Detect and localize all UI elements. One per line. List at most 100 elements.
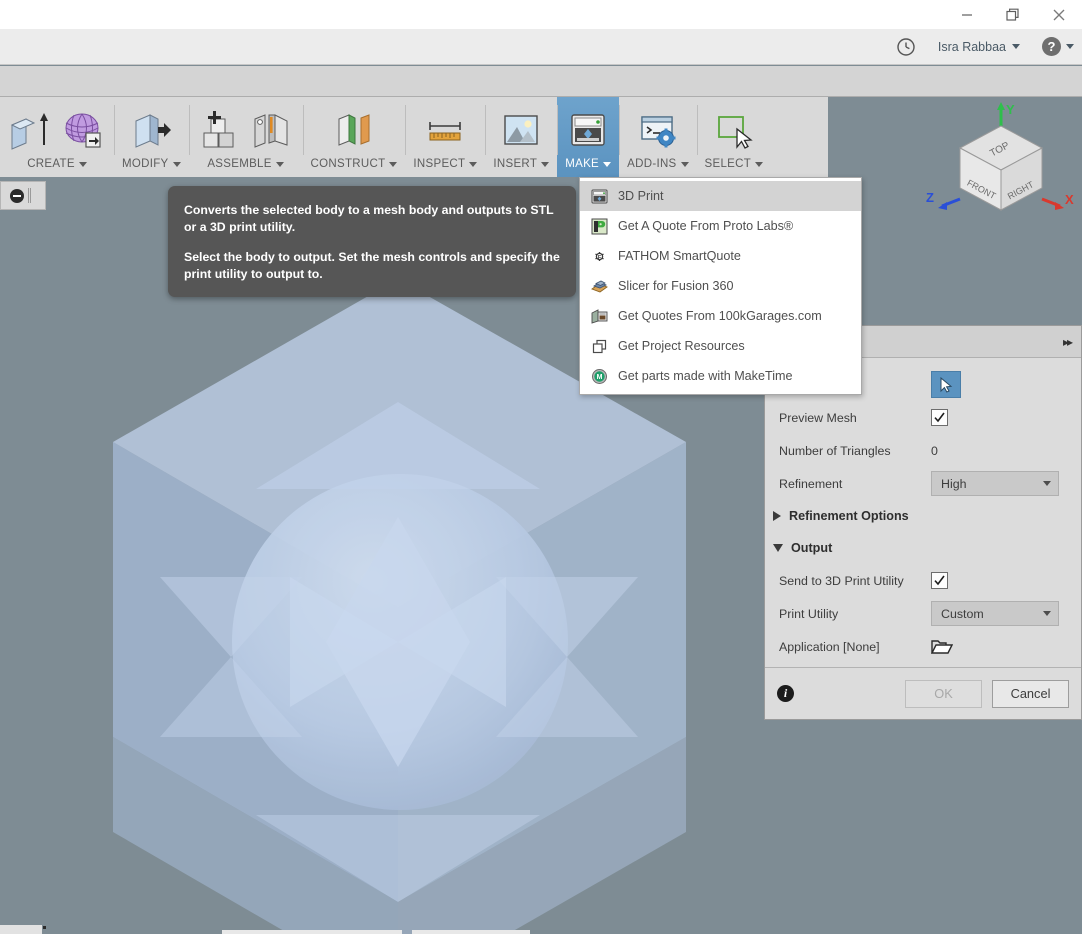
extrude-icon[interactable]: [8, 107, 54, 153]
make-tooltip: Converts the selected body to a mesh bod…: [168, 186, 576, 297]
collapse-icon: [10, 188, 24, 203]
ribbon-group-inspect[interactable]: INSPECT: [405, 97, 485, 177]
row-application: Application [None]: [765, 630, 1081, 663]
restore-button[interactable]: [990, 0, 1036, 29]
ok-button[interactable]: OK: [905, 679, 982, 708]
ribbon-label-modify: MODIFY: [122, 153, 181, 175]
fusion360-window: Y Z X TOP FRONT RIGHT Isra Rabbaa ? CREA…: [0, 0, 1082, 934]
menu-label: Slicer for Fusion 360: [618, 279, 734, 293]
menu-item-maketime[interactable]: M Get parts made with MakeTime: [580, 361, 861, 391]
menu-item-3d-print[interactable]: 3D Print: [580, 181, 861, 211]
section-label-output: Output: [791, 541, 833, 555]
menu-item-project-resources[interactable]: Get Project Resources: [580, 331, 861, 361]
menu-item-100kgarages[interactable]: Get Quotes From 100kGarages.com: [580, 301, 861, 331]
new-component-icon[interactable]: [197, 107, 243, 153]
section-output[interactable]: Output: [765, 532, 1081, 564]
chevron-down-icon: [541, 161, 550, 167]
ribbon-label-insert: INSERT: [493, 153, 550, 175]
minimize-button[interactable]: [944, 0, 990, 29]
ribbon-label-select: SELECT: [705, 153, 764, 175]
ribbon-toolbar: CREATE MODIFY ASSEMBLE CONSTRUCT INSPECT…: [0, 97, 828, 177]
dialog-footer: i OK Cancel: [765, 667, 1081, 719]
print-utility-value: Custom: [941, 606, 984, 621]
ribbon-group-construct[interactable]: CONSTRUCT: [302, 97, 406, 177]
label-send-to-3d-print-utility: Send to 3D Print Utility: [779, 573, 904, 588]
timeline-middle-segment[interactable]: [222, 930, 402, 934]
menu-label: Get Quotes From 100kGarages.com: [618, 309, 822, 323]
offset-plane-icon[interactable]: [331, 107, 377, 153]
menu-item-fathom-smartquote[interactable]: F FATHOM SmartQuote: [580, 241, 861, 271]
job-status-clock-icon[interactable]: [896, 37, 916, 57]
svg-text:M: M: [597, 374, 603, 381]
tooltip-paragraph-1: Converts the selected body to a mesh bod…: [184, 203, 554, 234]
menu-label: Get A Quote From Proto Labs®: [618, 219, 794, 233]
ribbon-group-select[interactable]: SELECT: [696, 97, 772, 177]
fathom-icon: F: [590, 247, 609, 266]
section-refinement-options[interactable]: Refinement Options: [765, 500, 1081, 532]
press-pull-icon[interactable]: [128, 107, 174, 153]
chevron-down-icon: [603, 161, 612, 167]
info-icon[interactable]: i: [777, 685, 794, 702]
chevron-down-icon: [78, 161, 87, 167]
menu-item-proto-labs[interactable]: Get A Quote From Proto Labs®: [580, 211, 861, 241]
axis-label-z: Z: [926, 190, 934, 205]
print-utility-dropdown[interactable]: Custom: [931, 601, 1059, 626]
ribbon-group-modify[interactable]: MODIFY: [114, 97, 189, 177]
section-label-refinement-options: Refinement Options: [789, 509, 909, 523]
menu-label: Get parts made with MakeTime: [618, 369, 793, 383]
cancel-button[interactable]: Cancel: [992, 679, 1069, 708]
menu-label: Get Project Resources: [618, 339, 745, 353]
axis-label-x: X: [1065, 192, 1074, 207]
scripts-addins-icon[interactable]: [635, 107, 681, 153]
ribbon-label-inspect: INSPECT: [413, 153, 478, 175]
tooltip-paragraph-2: Select the body to output. Set the mesh …: [184, 249, 560, 281]
triangle-down-icon: [773, 544, 783, 552]
number-of-triangles-value: 0: [931, 443, 938, 458]
axis-label-y: Y: [1006, 102, 1015, 117]
ribbon-group-insert[interactable]: INSERT: [485, 97, 557, 177]
drag-grip-handle[interactable]: [28, 188, 31, 203]
refinement-dropdown[interactable]: High: [931, 471, 1059, 496]
ribbon-group-assemble[interactable]: ASSEMBLE: [188, 97, 303, 177]
create-form-icon[interactable]: [60, 107, 106, 153]
account-bar: Isra Rabbaa ?: [0, 29, 1082, 65]
label-application: Application [None]: [779, 639, 880, 654]
measure-icon[interactable]: [422, 107, 468, 153]
chevron-down-icon: [172, 161, 181, 167]
help-icon: ?: [1042, 37, 1061, 56]
project-resources-icon: [590, 337, 609, 356]
browse-folder-icon[interactable]: [931, 638, 953, 656]
label-preview-mesh: Preview Mesh: [779, 410, 857, 425]
joint-icon[interactable]: [249, 107, 295, 153]
insert-image-icon[interactable]: [498, 107, 544, 153]
view-cube[interactable]: Y Z X TOP FRONT RIGHT: [920, 98, 1082, 230]
ribbon-group-addins[interactable]: ADD-INS: [619, 97, 696, 177]
ribbon-label-make: MAKE: [565, 153, 612, 175]
navigation-bar-segment[interactable]: [412, 930, 530, 934]
timeline-marker: [43, 926, 46, 929]
timeline-left-segment[interactable]: [0, 925, 42, 934]
3d-print-icon[interactable]: [565, 107, 611, 153]
select-icon[interactable]: [711, 107, 757, 153]
menu-item-slicer[interactable]: Slicer for Fusion 360: [580, 271, 861, 301]
selection-button[interactable]: [931, 371, 961, 398]
close-button[interactable]: [1036, 0, 1082, 29]
maketime-icon: M: [590, 367, 609, 386]
row-number-of-triangles: Number of Triangles 0: [765, 434, 1081, 467]
ribbon-label-addins: ADD-INS: [627, 153, 689, 175]
menu-label: FATHOM SmartQuote: [618, 249, 741, 263]
send-to-utility-checkbox[interactable]: [931, 572, 948, 589]
label-refinement: Refinement: [779, 476, 843, 491]
ribbon-group-create[interactable]: CREATE: [0, 97, 114, 177]
toolbar-gap-strip: [0, 66, 1082, 97]
double-chevron-right-icon[interactable]: ▸▸: [1063, 335, 1073, 349]
menu-label: 3D Print: [618, 189, 664, 203]
chevron-down-icon: [1012, 44, 1020, 49]
preview-mesh-checkbox[interactable]: [931, 409, 948, 426]
ribbon-group-make[interactable]: MAKE: [557, 97, 620, 177]
browser-collapse-button[interactable]: [0, 181, 46, 210]
user-account-menu[interactable]: Isra Rabbaa: [938, 40, 1020, 54]
help-menu[interactable]: ?: [1042, 37, 1074, 56]
chevron-down-icon: [469, 161, 478, 167]
chevron-down-icon: [755, 161, 764, 167]
